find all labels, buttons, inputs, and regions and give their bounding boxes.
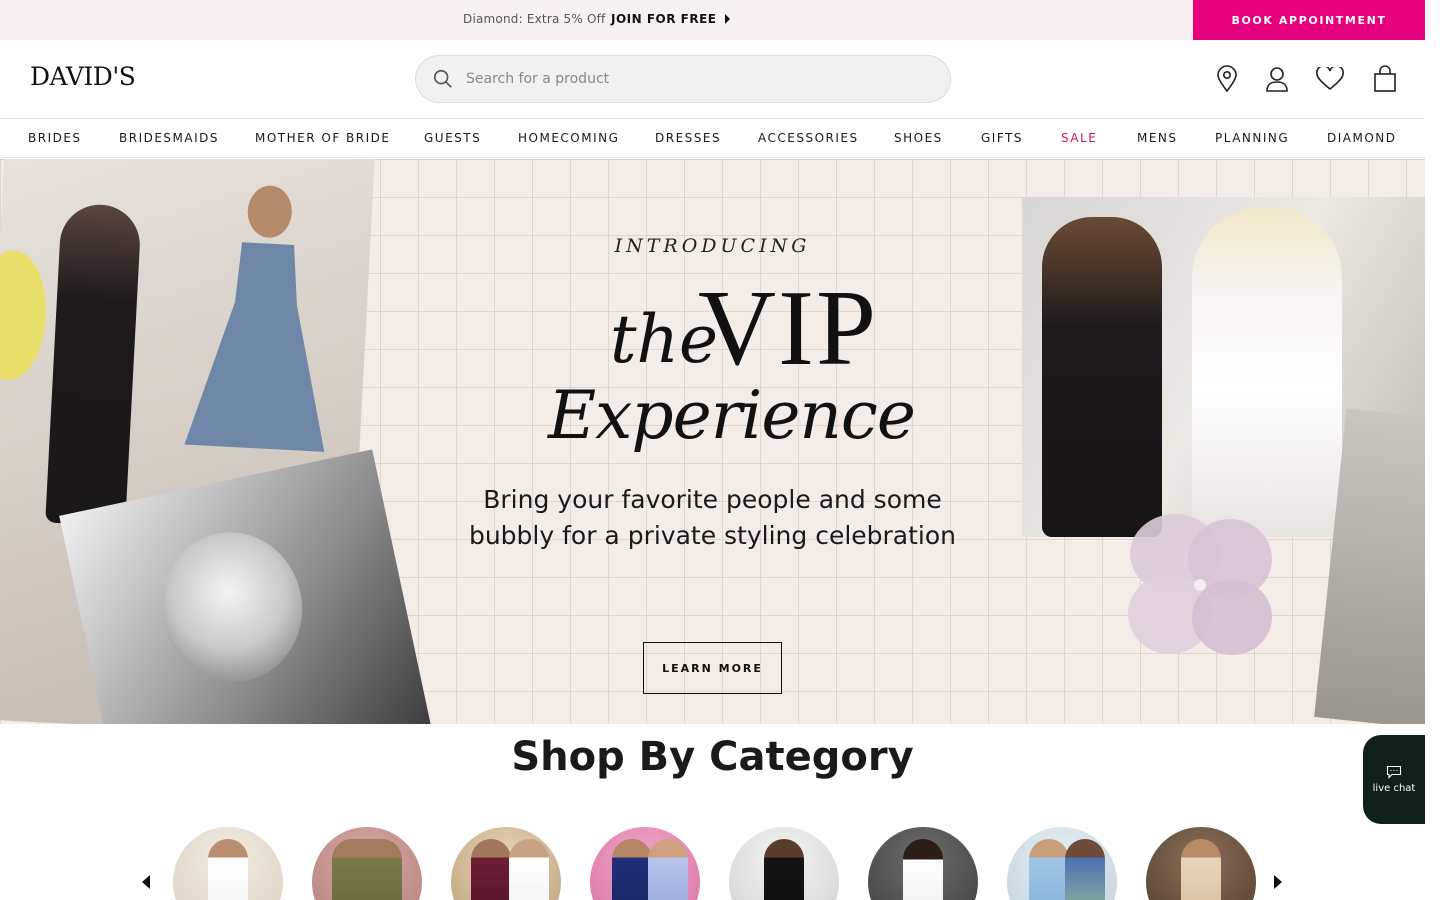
nav-item-gifts[interactable]: GIFTS: [981, 131, 1023, 145]
hero-intro-text: INTRODUCING: [614, 235, 811, 257]
live-chat-button[interactable]: live chat: [1363, 735, 1425, 824]
nav-item-mens[interactable]: MENS: [1137, 131, 1178, 145]
category-circle-bridesmaids[interactable]: [312, 827, 422, 900]
blue-dress-figure: [184, 185, 325, 452]
location-icon[interactable]: [1212, 64, 1242, 94]
main-nav: BRIDES BRIDESMAIDS MOTHER OF BRIDE GUEST…: [0, 118, 1425, 158]
hero-subtitle-line-2: bubbly for a private styling celebration: [468, 521, 957, 550]
category-figure: [509, 839, 549, 900]
category-circle-homecoming[interactable]: [729, 827, 839, 900]
category-circle-shoes[interactable]: [1146, 827, 1256, 900]
nav-item-brides[interactable]: BRIDES: [28, 131, 82, 145]
caret-right-icon: [724, 14, 730, 24]
carousel-next-arrow-icon[interactable]: [1272, 873, 1286, 891]
hero-title-experience: Experience: [548, 377, 916, 454]
category-circle-guests[interactable]: [590, 827, 700, 900]
nav-item-diamond[interactable]: DIAMOND: [1327, 131, 1397, 145]
bag-icon[interactable]: [1370, 64, 1400, 94]
join-label: JOIN FOR FREE: [611, 12, 717, 26]
category-figure: [648, 839, 688, 900]
nav-item-mother-of-bride[interactable]: MOTHER OF BRIDE: [255, 131, 390, 145]
category-figure: [903, 839, 943, 900]
hero-subtitle: Bring your favorite people and some bubb…: [0, 482, 1425, 554]
hero-title-vip: VIP: [698, 269, 879, 388]
category-circle-dresses[interactable]: [868, 827, 978, 900]
davids-logo[interactable]: DAVID'S: [30, 62, 136, 91]
carousel-prev-arrow-icon[interactable]: [140, 873, 154, 891]
category-figure: [764, 839, 804, 900]
category-figure: [471, 839, 511, 900]
learn-more-button[interactable]: LEARN MORE: [643, 642, 782, 694]
nav-item-homecoming[interactable]: HOMECOMING: [518, 131, 619, 145]
nav-item-accessories[interactable]: ACCESSORIES: [758, 131, 859, 145]
category-circle-brides[interactable]: [173, 827, 283, 900]
hero-subtitle-line-1: Bring your favorite people and some: [483, 485, 942, 514]
nav-item-dresses[interactable]: DRESSES: [655, 131, 721, 145]
nav-item-shoes[interactable]: SHOES: [894, 131, 943, 145]
category-circle-accessories[interactable]: [1007, 827, 1117, 900]
promo-text: Diamond: Extra 5% Off: [463, 12, 606, 26]
nav-item-planning[interactable]: PLANNING: [1215, 131, 1289, 145]
hero-banner[interactable]: INTRODUCING the VIP Experience Bring you…: [0, 159, 1425, 724]
category-figure: [1029, 839, 1069, 900]
heart-icon[interactable]: [1315, 64, 1345, 94]
account-icon[interactable]: [1262, 64, 1292, 94]
search-icon: [433, 69, 452, 88]
yellow-flower-decor: [0, 248, 50, 382]
category-figure: [612, 839, 652, 900]
category-figure: [332, 839, 402, 900]
shop-by-category-heading: Shop By Category: [511, 734, 914, 780]
category-figure: [1065, 839, 1105, 900]
category-figure: [1181, 839, 1221, 900]
nav-item-guests[interactable]: GUESTS: [424, 131, 481, 145]
category-figure: [208, 839, 248, 900]
search-bar[interactable]: [415, 55, 951, 103]
chat-bubble-icon: [1386, 765, 1402, 779]
category-circle-mother-of-bride[interactable]: [451, 827, 561, 900]
nav-item-bridesmaids[interactable]: BRIDESMAIDS: [119, 131, 219, 145]
nav-item-sale[interactable]: SALE: [1061, 131, 1097, 145]
join-for-free-link[interactable]: JOIN FOR FREE: [611, 12, 730, 26]
live-chat-label: live chat: [1372, 783, 1416, 794]
book-appointment-button[interactable]: BOOK APPOINTMENT: [1193, 0, 1425, 40]
search-input[interactable]: [466, 71, 906, 87]
